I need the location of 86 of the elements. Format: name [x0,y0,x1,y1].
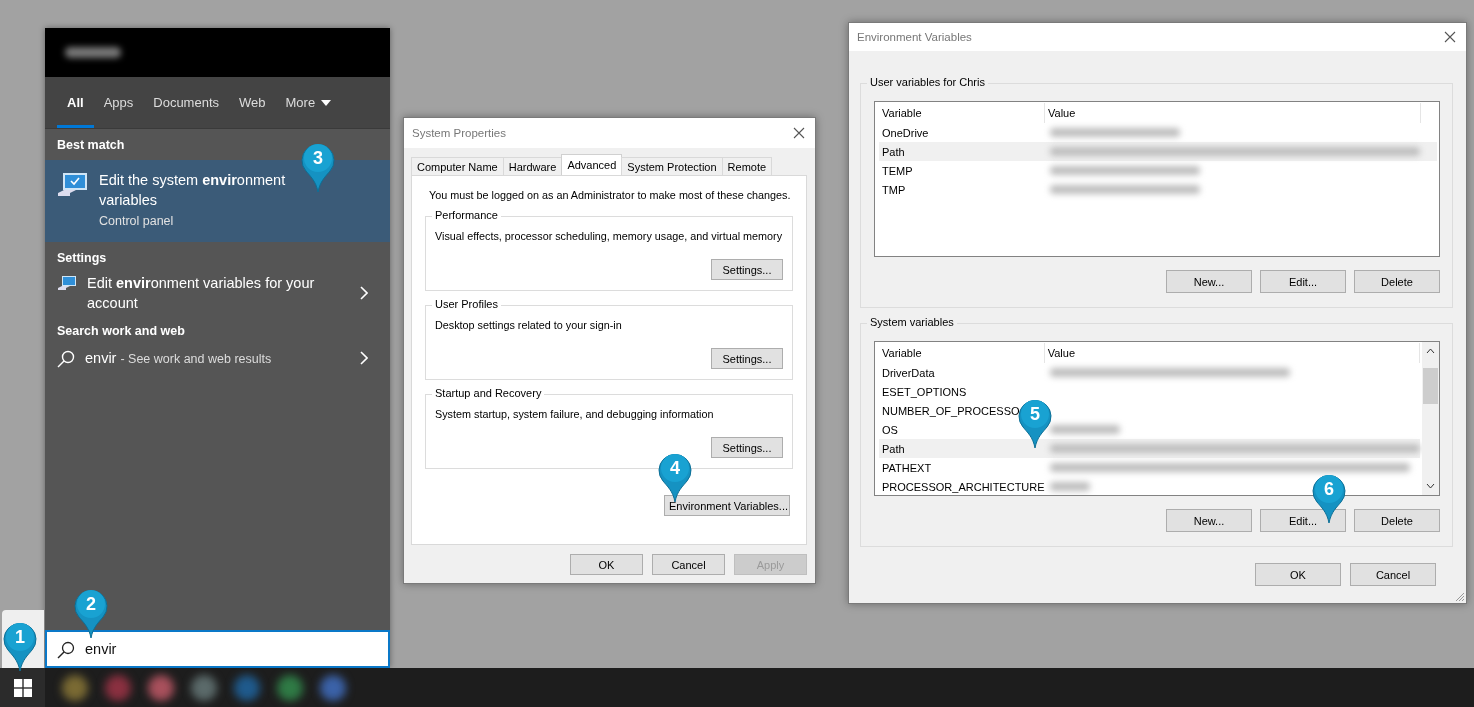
filter-tab[interactable]: Web [229,77,276,128]
group-description: System startup, system failure, and debugging information [435,408,715,420]
group-title: User Profiles [432,298,501,310]
list-row[interactable]: TMP [879,180,1200,199]
blurred-title [65,47,121,58]
dialog-button[interactable]: Edit... [1260,270,1346,293]
group-title: Performance [432,209,501,221]
start-icon [13,678,32,697]
search-result[interactable]: Edit environment variables for your account [45,273,390,315]
dialog-button[interactable]: OK [570,554,643,575]
start-button[interactable] [0,668,45,707]
taskbar-app-icon[interactable] [62,674,88,701]
search-icon [57,350,75,368]
list-row[interactable]: OneDrive [879,123,1180,142]
scroll-thumb[interactable] [1423,368,1438,404]
search-icon [57,641,75,659]
dialog-tab[interactable]: Advanced [561,154,623,175]
group-title: Startup and Recovery [432,387,545,399]
list-row[interactable]: PROCESSOR_ARCHITECTURE [879,477,1090,495]
window-title: Environment Variables [857,31,972,43]
dialog-button[interactable]: Delete [1354,509,1440,532]
step-badge: 1 [3,620,37,672]
search-input[interactable]: envir [85,641,285,657]
dialog-tab[interactable]: Remote [721,157,773,175]
column-header[interactable]: Value [1044,343,1420,363]
dialog-button[interactable]: New... [1166,270,1252,293]
result-subtitle: Control panel [99,214,175,228]
filter-tab[interactable]: All [57,77,94,128]
result-hint: - See work and web results [120,352,272,366]
list-row[interactable]: Path [879,142,1437,161]
dialog-tab[interactable]: Computer Name [411,157,504,175]
list-row[interactable]: TEMP [879,161,1200,180]
dialog-button[interactable]: New... [1166,509,1252,532]
blurred-value [1050,482,1090,491]
dialog-button[interactable]: Cancel [1350,563,1436,586]
blurred-value [1050,425,1120,434]
taskbar-app-icon[interactable] [277,674,303,701]
settings-button[interactable]: Settings... [711,348,783,369]
filter-tab[interactable]: More [275,77,342,128]
chevron-icon [360,351,368,365]
column-header[interactable]: Variable [879,343,1045,363]
list-row[interactable]: PATHEXT [879,458,1410,477]
dialog-tab[interactable]: System Protection [621,157,723,175]
group-title: System variables [867,316,957,328]
chevron-icon [360,286,368,300]
computer-icon [57,275,77,293]
resize-grip-icon [1455,592,1465,602]
taskbar-app-icon[interactable] [148,674,174,701]
dialog-button[interactable]: Cancel [652,554,725,575]
group-description: Visual effects, processor scheduling, memory usage, and virtual memory [435,230,783,242]
dialog-button[interactable]: Edit... [1260,509,1346,532]
step-badge: 2 [74,587,108,639]
scrollbar[interactable] [1422,342,1439,495]
group-description: Desktop settings related to your sign-in [435,319,623,331]
taskbar-app-icon[interactable] [105,674,131,701]
column-header[interactable]: Variable [879,103,1045,123]
list-row[interactable]: Path [879,439,1420,458]
group-title: User variables for Chris [867,76,988,88]
column-header[interactable]: Value [1045,103,1421,123]
section-heading: Settings [56,250,108,267]
close-icon [1444,31,1456,43]
list-row[interactable]: DriverData [879,363,1290,382]
taskbar-app-icon[interactable] [320,674,346,701]
environment-variables-button[interactable]: Environment Variables... [664,495,790,516]
caret-icon [321,99,332,106]
filter-tab[interactable]: Documents [143,77,229,128]
search-result[interactable]: envir - See work and web results [45,346,390,378]
query-text: envir [85,350,117,366]
list-row[interactable]: ESET_OPTIONS [879,382,969,401]
step-badge: 4 [658,451,692,503]
section-heading: Search work and web [56,323,186,340]
notice-text: You must be logged on as an Administrator to make most of these changes. [428,189,792,201]
step-badge: 3 [301,141,335,193]
section-heading: Best match [56,137,126,154]
settings-button[interactable]: Settings... [711,437,783,458]
result-title: Edit environment variables for your account [87,274,316,313]
taskbar-app-icon[interactable] [234,674,260,701]
window-title: System Properties [412,127,506,139]
step-badge: 5 [1018,397,1052,449]
dialog-button[interactable]: OK [1255,563,1341,586]
close-icon [793,127,805,139]
filter-tab[interactable]: Apps [93,77,144,128]
dialog-button[interactable]: Delete [1354,270,1440,293]
taskbar-app-icon[interactable] [191,674,217,701]
settings-button[interactable]: Settings... [711,259,783,280]
result-title: Edit the system environment variables [99,171,287,210]
